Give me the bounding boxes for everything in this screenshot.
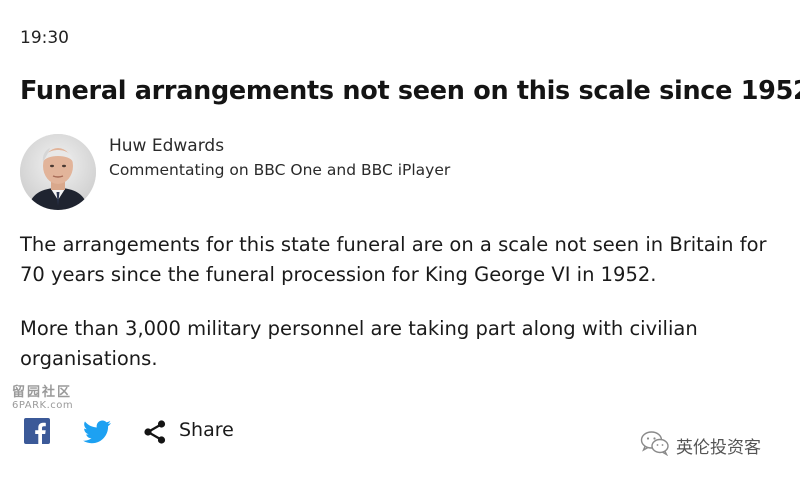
channel-watermark: 英伦投资客 — [640, 430, 790, 460]
post-time: 19:30 — [20, 28, 69, 48]
author-avatar — [20, 134, 96, 210]
post-paragraph-2: More than 3,000 military personnel are t… — [20, 317, 698, 370]
channel-name: 英伦投资客 — [676, 438, 761, 458]
site-watermark: 留园社区 6PARK.com — [12, 386, 73, 411]
share-label: Share — [179, 419, 234, 441]
share-icon — [144, 420, 166, 444]
site-watermark-en: 6PARK.com — [12, 400, 74, 411]
post-headline: Funeral arrangements not seen on this sc… — [20, 76, 800, 106]
facebook-icon[interactable] — [24, 418, 50, 444]
person-photo-icon — [20, 134, 96, 210]
site-watermark-cn: 留园社区 — [12, 385, 73, 400]
post-paragraph-1: The arrangements for this state funeral … — [20, 233, 767, 286]
author-role: Commentating on BBC One and BBC iPlayer — [109, 161, 451, 179]
byline: Huw Edwards Commentating on BBC One and … — [20, 132, 540, 212]
twitter-icon[interactable] — [83, 420, 111, 444]
wechat-icon — [640, 431, 669, 456]
author-name: Huw Edwards — [109, 136, 225, 156]
share-bar: Share — [22, 414, 322, 448]
